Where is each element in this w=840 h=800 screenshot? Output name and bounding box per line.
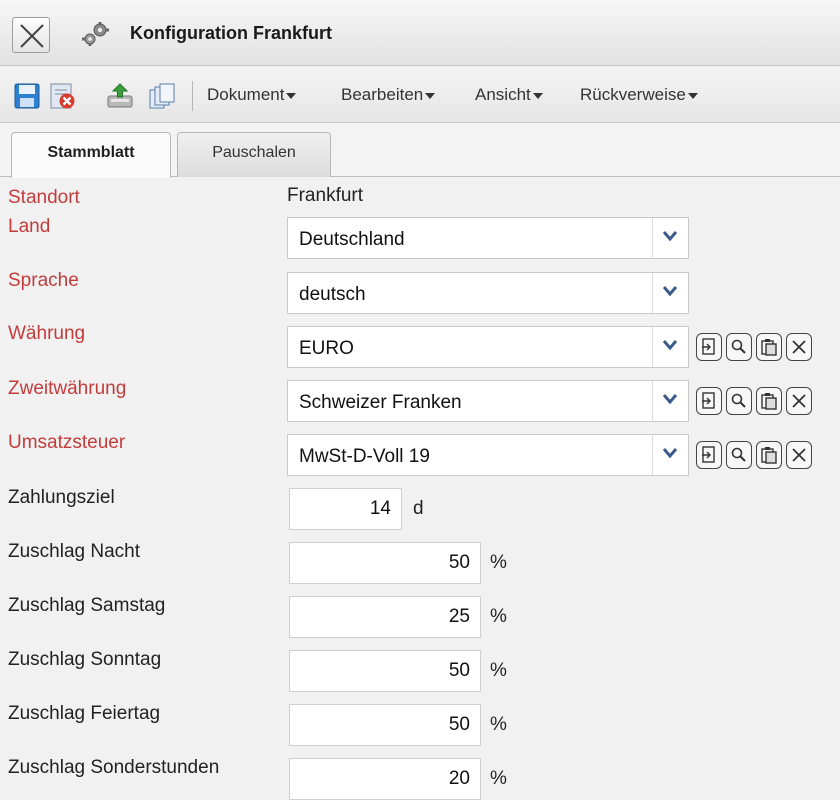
open-record-icon xyxy=(702,338,715,355)
delete-icon[interactable] xyxy=(48,82,76,110)
waehrung-label: Währung xyxy=(8,323,86,344)
menu-ansicht[interactable]: Ansicht xyxy=(475,85,543,105)
sprache-select-value: deutsch xyxy=(299,284,366,305)
zuschlag-sonntag-unit: % xyxy=(490,660,507,681)
zuschlag-feiertag-input[interactable]: 50 xyxy=(289,704,481,746)
zahlungsziel-label: Zahlungsziel xyxy=(8,487,115,508)
dropdown-button[interactable] xyxy=(652,435,688,475)
umsatzsteuer-label: Umsatzsteuer xyxy=(8,432,126,453)
menu-label: Bearbeiten xyxy=(341,85,424,104)
menu-rueckverweise[interactable]: Rückverweise xyxy=(580,85,698,105)
clear-icon xyxy=(792,340,806,354)
tab-stammblatt[interactable]: Stammblatt xyxy=(11,132,171,178)
toolbar-separator xyxy=(192,81,193,111)
clear-icon xyxy=(792,394,806,408)
dropdown-button[interactable] xyxy=(652,381,688,421)
menu-bearbeiten[interactable]: Bearbeiten xyxy=(341,85,436,105)
tab-strip: Stammblatt Pauschalen xyxy=(0,124,840,178)
chevron-down-icon xyxy=(663,448,677,458)
menu-label: Dokument xyxy=(207,85,285,104)
open-record-button[interactable] xyxy=(696,441,722,469)
sprache-label: Sprache xyxy=(8,270,79,291)
waehrung-select[interactable]: EURO xyxy=(287,326,689,368)
chevron-down-icon xyxy=(663,340,677,350)
zuschlag-feiertag-unit: % xyxy=(490,714,507,735)
chevron-down-icon xyxy=(425,92,436,99)
toolbar: Dokument Bearbeiten Ansicht Rückverweise xyxy=(0,67,840,123)
paste-button[interactable] xyxy=(756,333,782,361)
tab-pauschalen[interactable]: Pauschalen xyxy=(177,132,331,177)
export-icon[interactable] xyxy=(106,82,134,110)
open-record-icon xyxy=(702,392,715,409)
paste-button[interactable] xyxy=(756,441,782,469)
paste-button[interactable] xyxy=(756,387,782,415)
search-button[interactable] xyxy=(726,333,752,361)
standort-label: Standort xyxy=(8,187,80,208)
menu-label: Ansicht xyxy=(475,85,531,104)
land-select-value: Deutschland xyxy=(299,229,405,250)
save-icon[interactable] xyxy=(13,82,41,110)
clear-button[interactable] xyxy=(786,441,812,469)
zuschlag-feiertag-label: Zuschlag Feiertag xyxy=(8,703,161,724)
window-title: Konfiguration Frankfurt xyxy=(130,23,332,43)
title-bar: Konfiguration Frankfurt xyxy=(0,0,840,66)
close-icon xyxy=(20,24,44,48)
zuschlag-sonderstunden-label: Zuschlag Sonderstunden xyxy=(8,757,220,778)
open-record-button[interactable] xyxy=(696,387,722,415)
zweitwaehrung-actions xyxy=(696,387,836,415)
paste-icon xyxy=(761,393,777,410)
land-label: Land xyxy=(8,216,51,237)
zuschlag-samstag-label: Zuschlag Samstag xyxy=(8,595,166,616)
search-icon xyxy=(731,339,746,354)
chevron-down-icon xyxy=(286,92,297,99)
copy-icon[interactable] xyxy=(148,82,176,110)
chevron-down-icon xyxy=(663,286,677,296)
dropdown-button[interactable] xyxy=(652,273,688,313)
clear-button[interactable] xyxy=(786,333,812,361)
clear-button[interactable] xyxy=(786,387,812,415)
zuschlag-samstag-unit: % xyxy=(490,606,507,627)
open-record-icon xyxy=(702,446,715,463)
umsatzsteuer-select[interactable]: MwSt-D-Voll 19 xyxy=(287,434,689,476)
search-button[interactable] xyxy=(726,387,752,415)
search-icon xyxy=(731,393,746,408)
clear-icon xyxy=(792,448,806,462)
close-button[interactable] xyxy=(12,17,50,53)
search-icon xyxy=(731,447,746,462)
open-record-button[interactable] xyxy=(696,333,722,361)
dropdown-button[interactable] xyxy=(652,327,688,367)
chevron-down-icon xyxy=(687,92,698,99)
chevron-down-icon xyxy=(532,92,543,99)
zuschlag-nacht-unit: % xyxy=(490,552,507,573)
zuschlag-sonntag-input[interactable]: 50 xyxy=(289,650,481,692)
gears-icon xyxy=(82,22,109,46)
zweitwaehrung-select[interactable]: Schweizer Franken xyxy=(287,380,689,422)
chevron-down-icon xyxy=(663,231,677,241)
zuschlag-samstag-input[interactable]: 25 xyxy=(289,596,481,638)
zuschlag-sonderstunden-unit: % xyxy=(490,768,507,789)
zahlungsziel-input[interactable]: 14 xyxy=(289,488,402,530)
zuschlag-sonntag-label: Zuschlag Sonntag xyxy=(8,649,162,670)
zweitwaehrung-label: Zweitwährung xyxy=(8,378,127,399)
zweitwaehrung-select-value: Schweizer Franken xyxy=(299,392,462,413)
chevron-down-icon xyxy=(663,394,677,404)
paste-icon xyxy=(761,339,777,356)
zuschlag-nacht-label: Zuschlag Nacht xyxy=(8,541,141,562)
menu-dokument[interactable]: Dokument xyxy=(207,85,297,105)
zahlungsziel-unit: d xyxy=(413,498,424,519)
zuschlag-nacht-input[interactable]: 50 xyxy=(289,542,481,584)
standort-value: Frankfurt xyxy=(287,185,364,206)
menu-label: Rückverweise xyxy=(580,85,686,104)
paste-icon xyxy=(761,447,777,464)
umsatzsteuer-actions xyxy=(696,441,836,469)
waehrung-actions xyxy=(696,333,836,361)
waehrung-select-value: EURO xyxy=(299,338,354,359)
land-select[interactable]: Deutschland xyxy=(287,217,689,259)
zuschlag-sonderstunden-input[interactable]: 20 xyxy=(289,758,481,800)
sprache-select[interactable]: deutsch xyxy=(287,272,689,314)
umsatzsteuer-select-value: MwSt-D-Voll 19 xyxy=(299,446,430,467)
dropdown-button[interactable] xyxy=(652,218,688,258)
search-button[interactable] xyxy=(726,441,752,469)
